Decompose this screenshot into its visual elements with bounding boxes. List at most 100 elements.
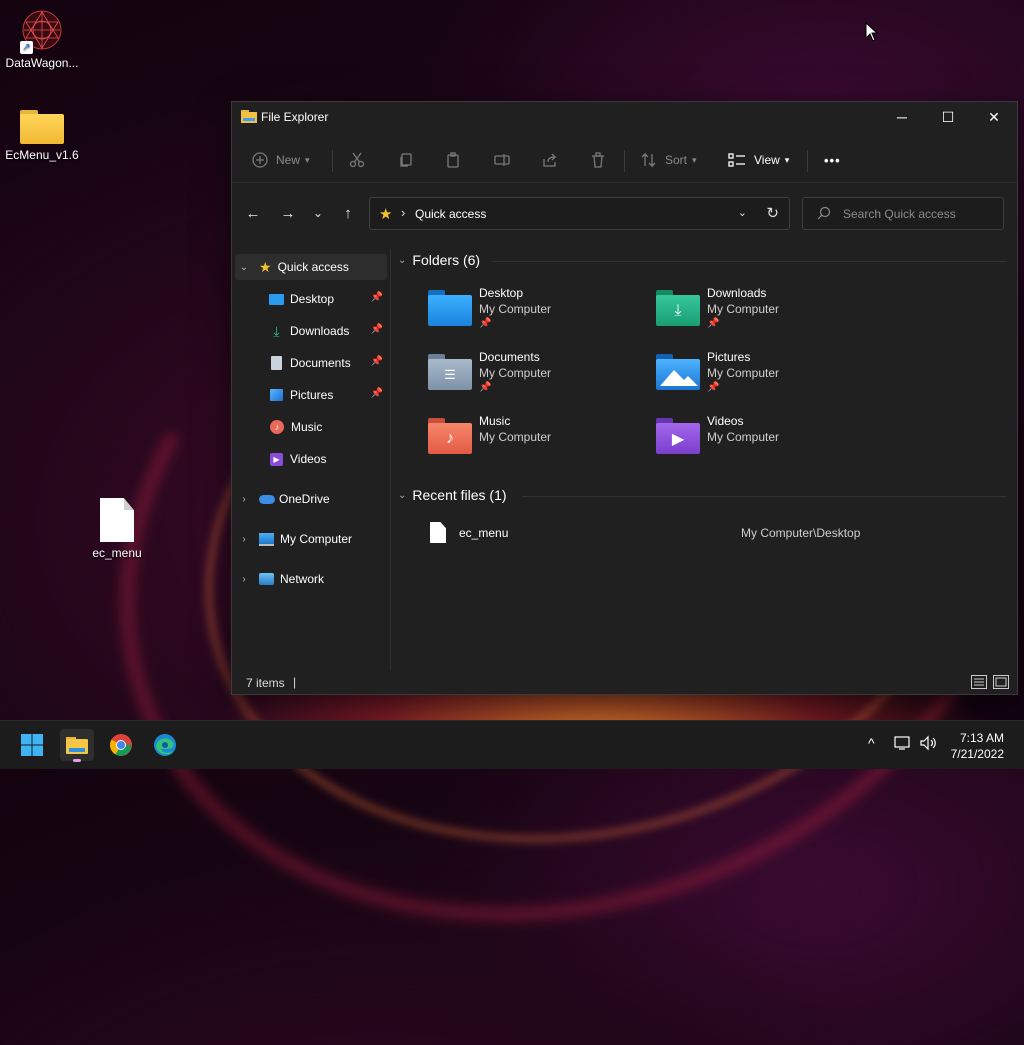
datawagon-logo-icon: ↗ — [20, 8, 64, 54]
recent-file-name: ec_menu — [459, 526, 509, 540]
chevron-right-icon: › — [242, 573, 246, 585]
sidebar-item-network[interactable]: › Network — [235, 566, 387, 592]
plus-circle-icon — [252, 152, 268, 168]
trash-icon — [592, 152, 604, 168]
pictures-icon — [270, 389, 283, 401]
desktop-folder-icon — [428, 290, 472, 326]
file-explorer-window: File Explorer ─ ☐ ✕ New ▾ Sort ▾ View ▾ … — [231, 101, 1018, 695]
rename-button[interactable] — [494, 138, 510, 182]
folder-location: My Computer — [707, 366, 780, 380]
active-indicator — [73, 759, 81, 762]
chrome-icon — [110, 734, 132, 756]
folder-name: Downloads — [707, 286, 767, 300]
mouse-cursor-icon — [865, 22, 879, 42]
close-button[interactable]: ✕ — [971, 102, 1017, 132]
cut-button[interactable] — [349, 138, 365, 182]
clock-time: 7:13 AM — [959, 731, 1004, 745]
address-dropdown-button[interactable]: ⌄ — [738, 206, 747, 219]
new-button[interactable]: New ▾ — [252, 138, 310, 182]
folder-location: My Computer — [479, 302, 552, 316]
file-explorer-icon — [66, 737, 88, 754]
copy-icon — [400, 153, 412, 167]
delete-button[interactable] — [590, 138, 606, 182]
paste-button[interactable] — [445, 138, 461, 182]
pin-icon: 📌 — [479, 318, 492, 329]
sidebar-item-music[interactable]: ♪ Music — [235, 414, 387, 440]
file-explorer-icon — [241, 110, 257, 123]
folder-tile-documents[interactable]: ☰ Documents My Computer 📌 — [428, 350, 648, 406]
sort-icon — [641, 152, 656, 168]
monitor-icon — [259, 532, 274, 546]
folder-tile-music[interactable]: ♪ Music My Computer — [428, 414, 648, 470]
taskbar-chrome[interactable] — [104, 729, 138, 761]
sidebar-item-onedrive[interactable]: › OneDrive — [235, 486, 387, 512]
sidebar-item-my-computer[interactable]: › My Computer — [235, 526, 387, 552]
show-hidden-icons-button[interactable]: ^ — [868, 735, 875, 751]
refresh-button[interactable]: ↻ — [766, 204, 779, 222]
taskbar-file-explorer[interactable] — [60, 729, 94, 762]
chevron-down-icon: ⌄ — [239, 261, 249, 273]
folders-group-header[interactable]: ⌄ Folders (6) — [398, 250, 480, 270]
folder-name: Pictures — [707, 350, 751, 364]
tiles-view-button[interactable] — [993, 675, 1009, 689]
file-icon — [100, 498, 134, 542]
back-button[interactable]: ← — [241, 196, 265, 230]
search-icon — [817, 206, 831, 220]
start-button[interactable] — [15, 729, 49, 761]
details-view-button[interactable] — [971, 675, 987, 689]
title-bar[interactable]: File Explorer ─ ☐ ✕ — [232, 102, 1017, 132]
desktop-icon-ecmenu-folder[interactable]: EcMenu_v1.6 — [0, 104, 84, 162]
address-bar[interactable]: ★ › Quick access ⌄ ↻ — [369, 197, 790, 230]
folder-tile-downloads[interactable]: ⤓ Downloads My Computer 📌 — [656, 286, 876, 342]
taskbar-edge[interactable] — [148, 729, 182, 761]
cloud-icon — [259, 494, 275, 504]
sidebar-item-videos[interactable]: ▶ Videos — [235, 446, 387, 472]
view-label: View — [754, 153, 780, 167]
breadcrumb-chevron-icon: › — [401, 205, 406, 220]
star-icon: ★ — [379, 206, 393, 223]
maximize-button[interactable]: ☐ — [925, 102, 971, 132]
breadcrumb-quick-access[interactable]: Quick access — [415, 207, 486, 221]
copy-button[interactable] — [398, 138, 414, 182]
volume-icon[interactable] — [919, 735, 937, 754]
chevron-down-icon: ▾ — [305, 154, 310, 165]
up-button[interactable]: ↑ — [336, 196, 360, 230]
minimize-button[interactable]: ─ — [879, 102, 925, 132]
view-button[interactable]: View ▾ — [728, 138, 789, 182]
recent-files-group-header[interactable]: ⌄ Recent files (1) — [398, 485, 507, 505]
sidebar-item-desktop[interactable]: Desktop 📌 — [235, 286, 387, 312]
recent-file-row[interactable]: ec_menu My Computer\Desktop — [428, 522, 988, 546]
sidebar-item-label: Quick access — [277, 260, 349, 274]
search-input[interactable] — [841, 206, 995, 222]
download-icon: ⤓ — [273, 322, 280, 339]
network-status-icon[interactable] — [894, 735, 912, 754]
edge-icon — [154, 734, 176, 756]
sidebar-item-downloads[interactable]: ⤓ Downloads 📌 — [235, 318, 387, 344]
navigation-pane: ⌄ ★ Quick access Desktop 📌 ⤓ Downloads 📌… — [232, 250, 391, 670]
sidebar-item-documents[interactable]: Documents 📌 — [235, 350, 387, 376]
chevron-down-icon: ⌄ — [398, 489, 407, 501]
clock[interactable]: 7:13 AM 7/21/2022 — [951, 730, 1004, 762]
scissors-icon — [349, 152, 365, 168]
more-options-button[interactable]: ••• — [824, 138, 841, 182]
window-title: File Explorer — [261, 110, 329, 124]
share-button[interactable] — [542, 138, 558, 182]
sort-button[interactable]: Sort ▾ — [640, 138, 697, 182]
forward-button[interactable]: → — [276, 196, 300, 230]
sidebar-item-label: My Computer — [280, 532, 353, 546]
pictures-folder-icon — [656, 354, 700, 390]
desktop-icon-label: EcMenu_v1.6 — [5, 148, 79, 162]
recent-file-path: My Computer\Desktop — [741, 526, 861, 540]
toolbar-divider — [807, 150, 808, 172]
sidebar-item-label: OneDrive — [279, 492, 330, 506]
command-bar: New ▾ Sort ▾ View ▾ ••• — [232, 138, 1017, 183]
folder-tile-pictures[interactable]: Pictures My Computer 📌 — [656, 350, 876, 406]
sidebar-item-pictures[interactable]: Pictures 📌 — [235, 382, 387, 408]
desktop-icon-ec-menu-file[interactable]: ec_menu — [75, 498, 159, 560]
folder-tile-desktop[interactable]: Desktop My Computer 📌 — [428, 286, 648, 342]
desktop-icon-datawagon[interactable]: ↗ DataWagon... — [0, 8, 84, 70]
recent-locations-button[interactable]: ⌄ — [306, 196, 330, 230]
folder-tile-videos[interactable]: ▶ Videos My Computer — [656, 414, 876, 470]
search-box[interactable] — [802, 197, 1004, 230]
sidebar-item-quick-access[interactable]: ⌄ ★ Quick access — [235, 254, 387, 280]
